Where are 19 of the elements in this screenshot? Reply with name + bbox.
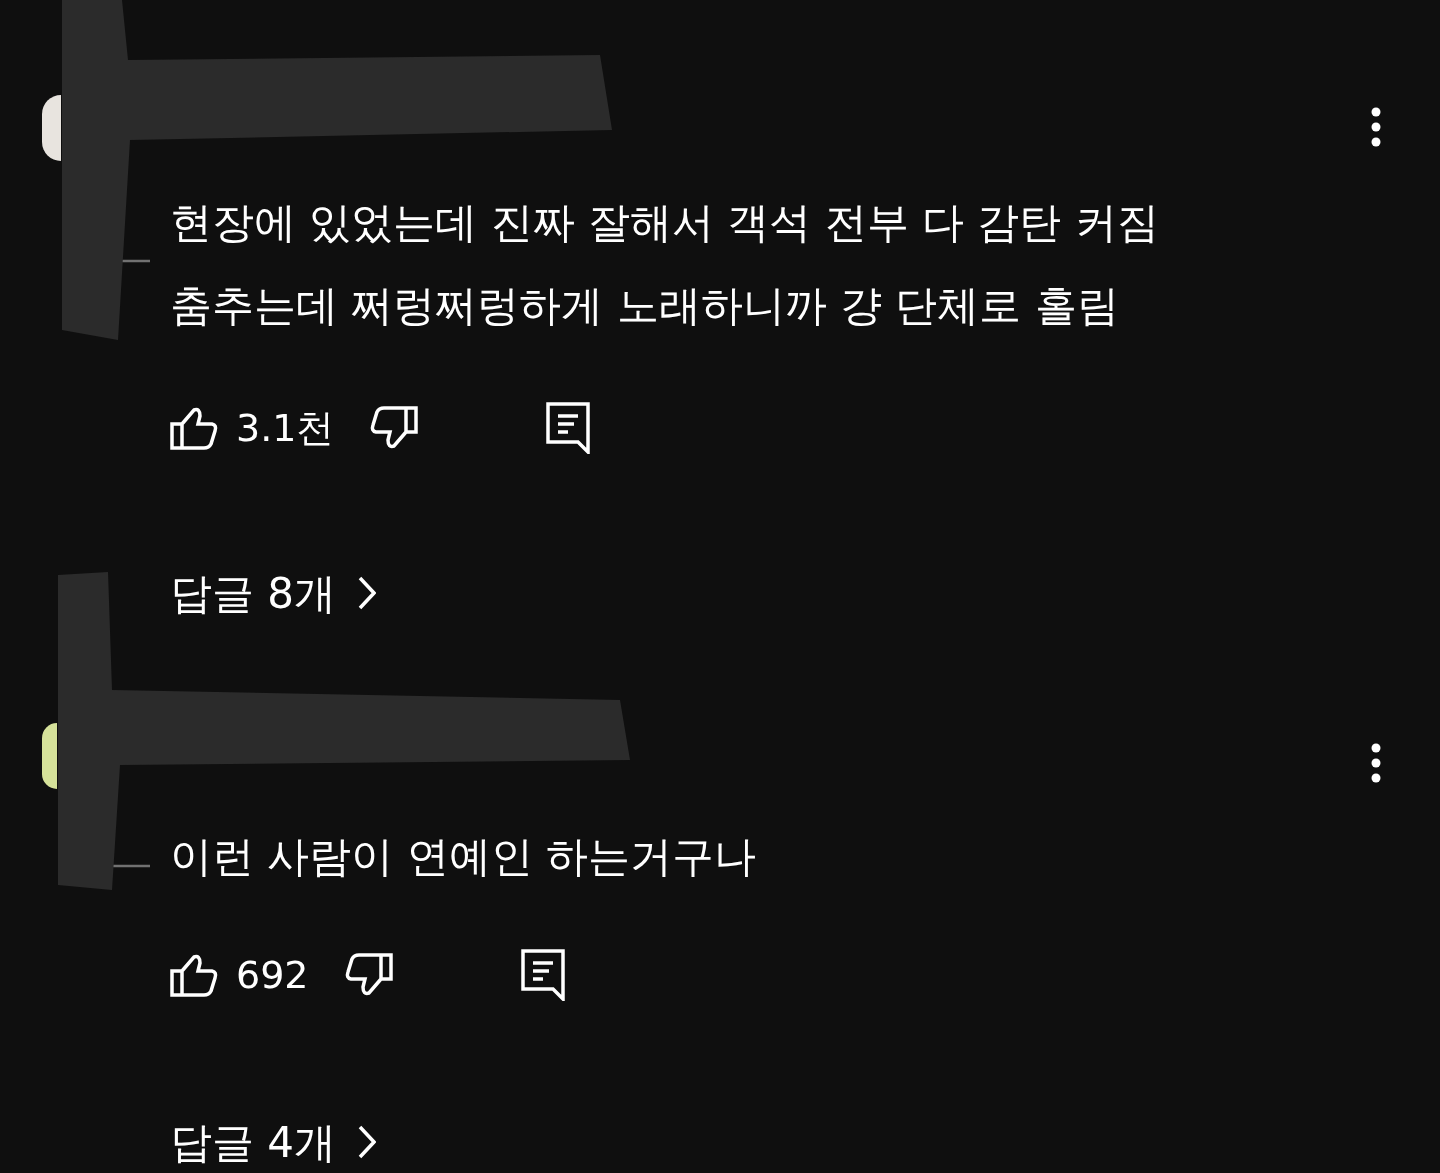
thumbs-down-icon[interactable] xyxy=(370,406,419,450)
reply-icon[interactable] xyxy=(546,402,591,454)
chevron-right-icon xyxy=(358,1125,377,1159)
replies-link[interactable]: 답글 4개 xyxy=(170,1110,377,1173)
comment-text: 춤추는데 쩌렁쩌렁하게 노래하니까 걍 단체로 홀림 xyxy=(170,280,1119,332)
thumbs-down-icon[interactable] xyxy=(344,953,393,997)
thumbs-up-icon xyxy=(170,953,218,997)
more-options-icon[interactable] xyxy=(1370,106,1382,147)
more-options-icon[interactable] xyxy=(1370,743,1382,783)
reply-icon[interactable] xyxy=(520,949,565,1001)
avatar[interactable] xyxy=(42,95,61,161)
chevron-right-icon xyxy=(358,576,377,610)
thumbs-up-icon xyxy=(170,406,218,450)
comment-text: 현장에 있었는데 진짜 잘해서 객석 전부 다 감탄 커짐 xyxy=(170,197,1159,249)
replies-link[interactable]: 답글 8개 xyxy=(170,561,377,625)
like-button[interactable]: 3.1천 xyxy=(170,399,335,457)
avatar[interactable] xyxy=(42,723,57,789)
like-button[interactable]: 692 xyxy=(170,946,309,1004)
comment-text: 이런 사람이 연예인 하는거구나 xyxy=(170,831,757,883)
